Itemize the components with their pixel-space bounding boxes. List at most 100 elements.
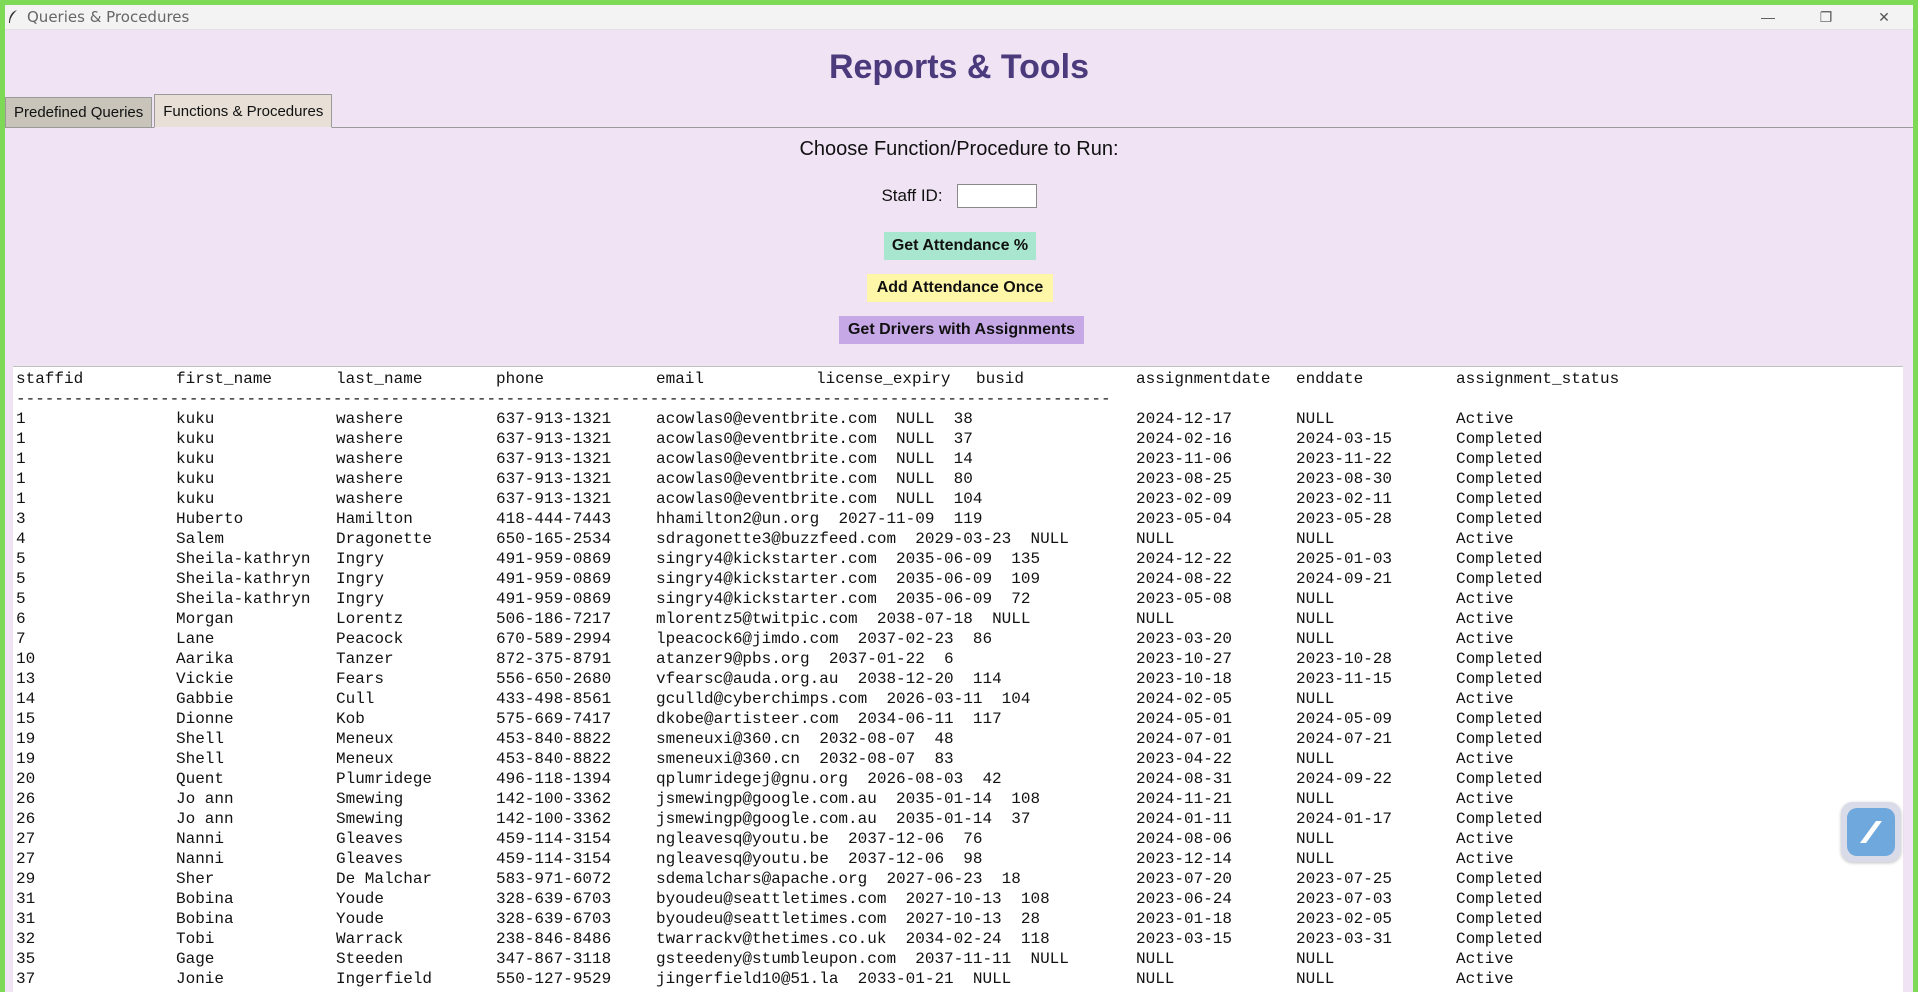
table-cell: 2023-10-27 — [1136, 650, 1233, 668]
table-cell: NULL — [896, 430, 935, 448]
table-row: 5 Sheila-kathryn Ingry 491-959-0869 singry4@… — [16, 569, 1903, 589]
column-header: staffid — [16, 370, 84, 388]
add-attendance-button[interactable]: Add Attendance Once — [867, 274, 1053, 302]
table-cell: 347-867-3118 — [496, 950, 612, 968]
table-cell: Peacock — [336, 630, 404, 648]
table-cell-group: jsmewingp@google.com.au 2035-01-14 108 — [656, 789, 1136, 809]
table-cell: jingerfield10@51.la — [656, 970, 839, 988]
table-cell: Active — [1456, 850, 1514, 868]
table-cell: 5 — [16, 590, 26, 608]
table-cell: 5 — [16, 570, 26, 588]
table-cell: 13 — [16, 670, 36, 688]
table-row: 20 Quent Plumridege 496-118-1394 qplumridege… — [16, 769, 1903, 789]
table-cell: 35 — [16, 950, 36, 968]
floating-assistant-button[interactable] — [1841, 802, 1901, 862]
table-cell: 453-840-8822 — [496, 750, 612, 768]
table-cell: NULL — [896, 470, 935, 488]
table-cell: 2024-08-22 — [1136, 570, 1233, 588]
table-cell-group: mlorentz5@twitpic.com 2038-07-18 NULL — [656, 609, 1136, 629]
table-cell: 2024-01-17 — [1296, 810, 1393, 828]
table-cell-group: smeneuxi@360.cn 2032-08-07 48 — [656, 729, 1136, 749]
table-cell: NULL — [1296, 790, 1335, 808]
table-cell: Ingry — [336, 550, 385, 568]
table-cell: Gleaves — [336, 850, 404, 868]
table-cell: 26 — [16, 790, 36, 808]
table-cell: acowlas0@eventbrite.com — [656, 450, 877, 468]
table-cell: 2023-07-25 — [1296, 870, 1393, 888]
table-cell: 104 — [1001, 690, 1031, 708]
table-row: 1 kuku washere 637-913-1321 acowlas0@eventbr… — [16, 449, 1903, 469]
table-cell: 2023-02-11 — [1296, 490, 1393, 508]
table-row: 1 kuku washere 637-913-1321 acowlas0@eventbr… — [16, 489, 1903, 509]
tab-functions-procedures[interactable]: Functions & Procedures — [154, 94, 333, 128]
table-row: 31 Bobina Youde 328-639-6703 byoudeu@seattle… — [16, 909, 1903, 929]
table-cell: byoudeu@seattletimes.com — [656, 890, 887, 908]
title-bar: Queries & Procedures — ❐ ✕ — [5, 5, 1913, 30]
table-cell: Active — [1456, 790, 1514, 808]
table-cell: 80 — [953, 470, 973, 488]
table-cell: 2023-08-25 — [1136, 470, 1233, 488]
results-textarea[interactable]: staffid first_name last_name phone email lice… — [13, 366, 1903, 992]
table-cell: singry4@kickstarter.com — [656, 550, 877, 568]
table-cell: NULL — [1030, 530, 1069, 548]
table-cell: 2023-05-08 — [1136, 590, 1233, 608]
table-cell: Smewing — [336, 790, 404, 808]
table-cell: washere — [336, 450, 404, 468]
table-cell: 2032-08-07 — [819, 750, 916, 768]
table-cell: 48 — [934, 730, 954, 748]
minimize-button[interactable]: — — [1739, 5, 1797, 29]
table-row: 3 Huberto Hamilton 418-444-7443 hhamilton2@u… — [16, 509, 1903, 529]
table-cell: 38 — [953, 410, 973, 428]
table-cell: NULL — [992, 610, 1031, 628]
table-cell: NULL — [1136, 610, 1175, 628]
table-cell: gsteedeny@stumbleupon.com — [656, 950, 897, 968]
table-cell: 5 — [16, 550, 26, 568]
table-cell: 3 — [16, 510, 26, 528]
table-cell: NULL — [1296, 950, 1335, 968]
table-cell: De Malchar — [336, 870, 433, 888]
staff-id-input[interactable] — [956, 184, 1037, 208]
table-cell: 2038-07-18 — [876, 610, 973, 628]
table-cell: Quent — [176, 770, 225, 788]
table-cell: 2023-12-14 — [1136, 850, 1233, 868]
table-row: 10 Aarika Tanzer 872-375-8791 atanzer9@pbs.o… — [16, 649, 1903, 669]
table-cell: 2037-02-23 — [857, 630, 954, 648]
table-cell: 109 — [1011, 570, 1041, 588]
table-cell: 583-971-6072 — [496, 870, 612, 888]
tab-predefined-queries[interactable]: Predefined Queries — [5, 97, 153, 127]
table-cell: Aarika — [176, 650, 234, 668]
table-cell: Completed — [1456, 730, 1543, 748]
table-cell: 328-639-6703 — [496, 910, 612, 928]
get-drivers-button[interactable]: Get Drivers with Assignments — [839, 316, 1084, 344]
table-cell-group: sdragonette3@buzzfeed.com 2029-03-23 NUL… — [656, 529, 1136, 549]
table-row: 13 Vickie Fears 556-650-2680 vfearsc@auda.or… — [16, 669, 1903, 689]
close-button[interactable]: ✕ — [1855, 5, 1913, 29]
table-cell: Shell — [176, 750, 225, 768]
column-header: phone — [496, 370, 545, 388]
table-cell: kuku — [176, 430, 215, 448]
table-cell: 72 — [1011, 590, 1031, 608]
table-cell: Youde — [336, 910, 385, 928]
table-cell: 2023-07-20 — [1136, 870, 1233, 888]
table-row: 31 Bobina Youde 328-639-6703 byoudeu@seattle… — [16, 889, 1903, 909]
column-header: email — [656, 370, 705, 388]
table-cell-group: hhamilton2@un.org 2027-11-09 119 — [656, 509, 1136, 529]
table-cell: 2024-07-01 — [1136, 730, 1233, 748]
table-row: 37 Jonie Ingerfield 550-127-9529 jingerfield… — [16, 969, 1903, 989]
table-cell: NULL — [896, 450, 935, 468]
table-cell: 2023-07-03 — [1296, 890, 1393, 908]
restore-button[interactable]: ❐ — [1797, 5, 1855, 29]
get-attendance-button[interactable]: Get Attendance % — [884, 232, 1036, 260]
table-cell: 114 — [972, 670, 1002, 688]
table-row: 1 kuku washere 637-913-1321 acowlas0@eventbr… — [16, 469, 1903, 489]
table-cell-group: sdemalchars@apache.org 2027-06-23 18 — [656, 869, 1136, 889]
table-cell: 135 — [1011, 550, 1041, 568]
table-cell: 2037-11-11 — [915, 950, 1012, 968]
table-cell-group: singry4@kickstarter.com 2035-06-09 109 — [656, 569, 1136, 589]
table-cell: Jo ann — [176, 790, 234, 808]
table-cell: 2023-11-22 — [1296, 450, 1393, 468]
table-cell: Completed — [1456, 470, 1543, 488]
table-cell-group: twarrackv@thetimes.co.uk 2034-02-24 118 — [656, 929, 1136, 949]
table-cell: kuku — [176, 410, 215, 428]
table-cell: 2035-01-14 — [896, 790, 993, 808]
